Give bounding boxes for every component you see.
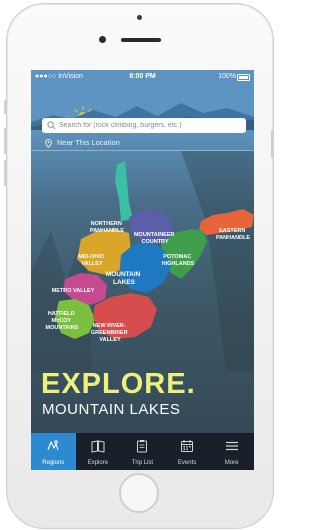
volume-down-button: [4, 160, 7, 186]
label-potomac-highlands: POTOMAC HIGHLANDS: [162, 254, 195, 267]
location-pin-icon: [45, 139, 52, 148]
book-icon: [91, 440, 105, 453]
map-pin-icon: [47, 440, 59, 451]
label-metro-valley: METRO VALLEY: [52, 288, 95, 294]
search-bar[interactable]: [42, 118, 246, 133]
tab-events[interactable]: Events: [165, 433, 210, 470]
tab-explore-label: Explore: [87, 460, 109, 466]
search-input[interactable]: [59, 119, 239, 132]
label-eastern-panhandle: EASTERN PANHANDLE: [216, 228, 250, 241]
tab-regions-label: Regions: [42, 460, 65, 466]
proximity-sensor: [137, 15, 142, 20]
power-button: [271, 130, 274, 158]
calendar-icon: [181, 440, 194, 452]
mute-switch: [4, 100, 7, 114]
label-mid-ohio-valley: MID-OHIO VALLEY: [78, 254, 106, 267]
battery-icon: [237, 74, 250, 81]
app-screen: ●●●○○ InVision 8:00 PM 100% Near This Lo…: [31, 70, 254, 470]
clipboard-icon: [137, 440, 148, 453]
tab-more-label: More: [224, 460, 239, 466]
status-bar: ●●●○○ InVision 8:00 PM 100%: [31, 70, 254, 84]
earpiece-speaker: [121, 38, 161, 42]
near-location-label: Near This Location: [57, 138, 120, 147]
menu-icon: [225, 441, 238, 451]
battery-percent: 100%: [218, 73, 236, 80]
search-icon: [47, 121, 56, 130]
tab-events-label: Events: [177, 460, 197, 466]
tab-regions[interactable]: Regions: [31, 433, 76, 470]
tab-trip-list[interactable]: Trip List: [120, 433, 165, 470]
tab-more[interactable]: More: [209, 433, 254, 470]
front-camera: [99, 36, 106, 43]
label-new-river-greenbrier: NEW RIVER- GREENBRIER VALLEY: [91, 323, 129, 343]
volume-up-button: [4, 128, 7, 154]
tab-explore[interactable]: Explore: [76, 433, 121, 470]
home-button[interactable]: [119, 473, 159, 513]
tab-trip-list-label: Trip List: [131, 460, 154, 466]
selected-region-title: MOUNTAIN LAKES: [42, 401, 181, 418]
headline: EXPLORE.: [41, 368, 196, 400]
label-northern-panhandle: NORTHERN PANHANDLE: [90, 221, 124, 234]
tab-bar: Regions Explore Trip List Events More: [31, 433, 254, 470]
region-northern-panhandle[interactable]: [115, 161, 133, 221]
